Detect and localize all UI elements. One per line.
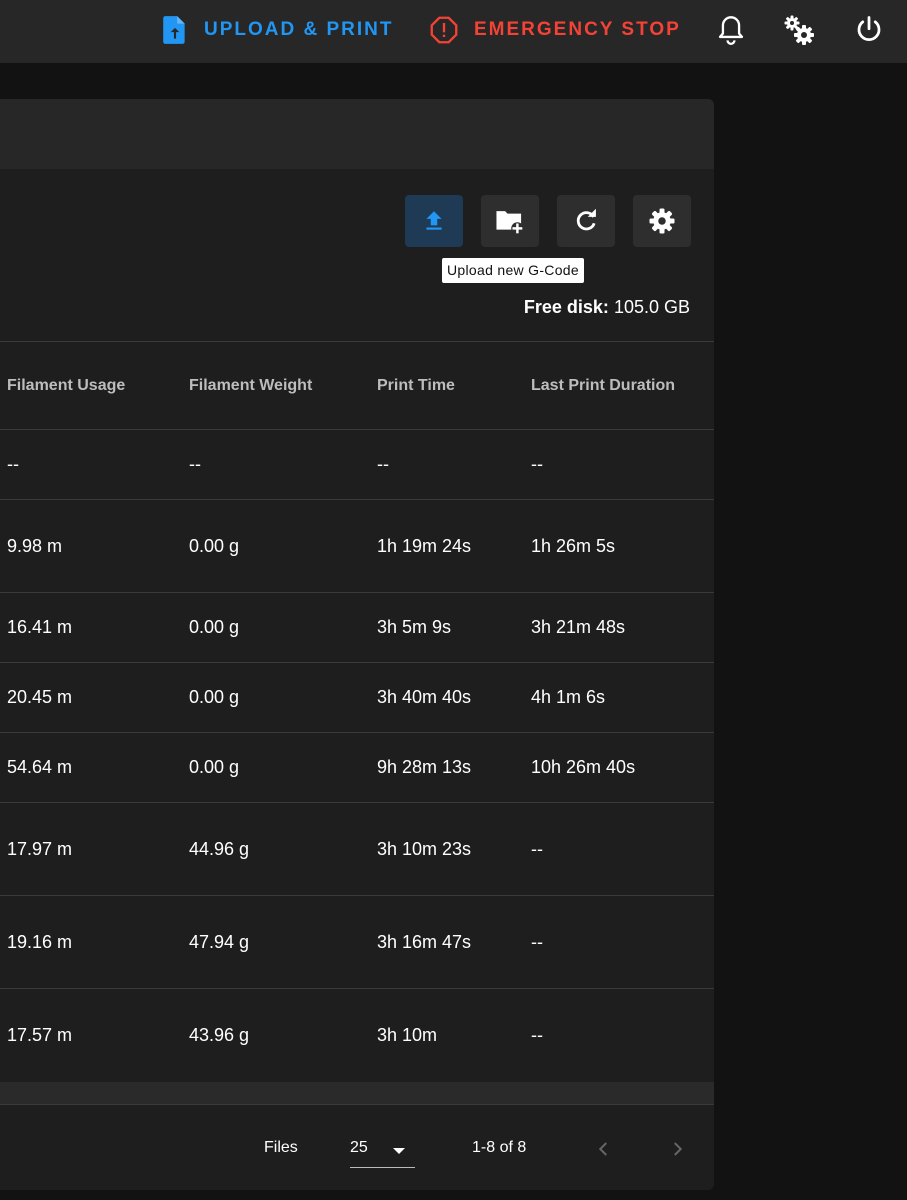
table-row[interactable]: 17.97 m 44.96 g 3h 10m 23s --	[0, 803, 714, 896]
cell-filament-usage: 54.64 m	[7, 757, 73, 777]
upload-print-button[interactable]: UPLOAD & PRINT	[162, 0, 394, 60]
table-row[interactable]: 19.16 m 47.94 g 3h 16m 47s --	[0, 896, 714, 989]
table-row[interactable]: -- -- -- --	[0, 430, 714, 500]
cell-print-time: 3h 16m 47s	[377, 932, 472, 952]
gcode-files-card: Upload new G-Code Free disk: 105.0 GB Fi…	[0, 99, 714, 1190]
cell-filament-usage: 17.57 m	[7, 1025, 73, 1045]
refresh-icon	[576, 208, 596, 231]
table-pagination: Files 25 1-8 of 8	[0, 1104, 714, 1190]
settings-menu-button[interactable]	[779, 10, 819, 50]
cell-last-print-duration: 10h 26m 40s	[531, 757, 636, 777]
free-disk-info: Free disk: 105.0 GB	[524, 297, 690, 318]
header-filament-usage[interactable]: Filament Usage	[7, 342, 125, 429]
caret-down-icon	[393, 1148, 405, 1154]
cell-filament-usage: 9.98 m	[7, 536, 63, 556]
cell-filament-weight: 0.00 g	[189, 687, 240, 707]
cell-print-time: 3h 5m 9s	[377, 617, 452, 637]
rows-per-page-value: 25	[350, 1139, 368, 1156]
prev-page-button[interactable]	[590, 1135, 618, 1163]
free-disk-value: 105.0 GB	[613, 297, 690, 317]
cell-filament-weight: 0.00 g	[189, 536, 240, 556]
cell-filament-weight: 44.96 g	[189, 839, 250, 859]
power-button[interactable]	[849, 10, 889, 50]
cell-filament-usage: 17.97 m	[7, 839, 73, 859]
upload-tooltip: Upload new G-Code	[442, 258, 584, 283]
cell-print-time: 9h 28m 13s	[377, 757, 472, 777]
cell-print-time: 3h 10m 23s	[377, 839, 472, 859]
emergency-stop-label: EMERGENCY STOP	[474, 19, 681, 40]
notifications-button[interactable]	[711, 10, 751, 50]
cell-last-print-duration: 3h 21m 48s	[531, 617, 626, 637]
refresh-button[interactable]	[557, 195, 615, 247]
cell-filament-weight: 0.00 g	[189, 617, 240, 637]
cell-filament-weight: --	[189, 454, 201, 474]
header-filament-weight[interactable]: Filament Weight	[189, 342, 312, 429]
table-row[interactable]: 17.57 m 43.96 g 3h 10m --	[0, 989, 714, 1081]
cell-last-print-duration: 1h 26m 5s	[531, 536, 616, 556]
cell-filament-weight: 43.96 g	[189, 1025, 250, 1045]
app-bar: UPLOAD & PRINT EMERGENCY STOP	[0, 0, 907, 63]
table-row[interactable]: 54.64 m 0.00 g 9h 28m 13s 10h 26m 40s	[0, 733, 714, 803]
next-page-button[interactable]	[663, 1135, 691, 1163]
chevron-left-icon	[598, 1142, 607, 1156]
bell-icon	[718, 16, 744, 45]
upload-print-label: UPLOAD & PRINT	[204, 19, 394, 40]
cell-filament-usage: 19.16 m	[7, 932, 73, 952]
free-disk-label: Free disk:	[523, 297, 609, 317]
gcode-table: Filament Usage Filament Weight Print Tim…	[0, 341, 714, 1081]
cell-last-print-duration: --	[531, 1025, 543, 1045]
gears-icon	[784, 15, 814, 45]
cell-filament-usage: 16.41 m	[7, 617, 73, 637]
table-spacer	[0, 1082, 714, 1104]
cell-last-print-duration: --	[531, 454, 543, 474]
folder-plus-icon	[496, 211, 524, 235]
cell-filament-weight: 0.00 g	[189, 757, 240, 777]
card-header	[0, 99, 714, 169]
cell-last-print-duration: 4h 1m 6s	[531, 687, 606, 707]
cell-last-print-duration: --	[531, 839, 543, 859]
file-settings-button[interactable]	[633, 195, 691, 247]
upload-gcode-button[interactable]	[405, 195, 463, 247]
header-print-time[interactable]: Print Time	[377, 342, 455, 429]
table-row[interactable]: 16.41 m 0.00 g 3h 5m 9s 3h 21m 48s	[0, 593, 714, 663]
table-row[interactable]: 9.98 m 0.00 g 1h 19m 24s 1h 26m 5s	[0, 500, 714, 593]
cell-print-time: 3h 40m 40s	[377, 687, 472, 707]
alert-octagon-icon	[430, 16, 458, 44]
table-row[interactable]: 20.45 m 0.00 g 3h 40m 40s 4h 1m 6s	[0, 663, 714, 733]
header-last-print-duration[interactable]: Last Print Duration	[531, 342, 675, 429]
cell-print-time: --	[377, 454, 389, 474]
pagination-range: 1-8 of 8	[472, 1139, 527, 1156]
cell-filament-weight: 47.94 g	[189, 932, 250, 952]
rows-per-page-select[interactable]: 25	[350, 1135, 415, 1168]
rows-per-page-label: Files	[264, 1139, 298, 1156]
cell-last-print-duration: --	[531, 932, 543, 952]
emergency-stop-button[interactable]: EMERGENCY STOP	[430, 0, 681, 60]
create-folder-button[interactable]	[481, 195, 539, 247]
cell-filament-usage: 20.45 m	[7, 687, 73, 707]
cell-print-time: 1h 19m 24s	[377, 536, 472, 556]
table-header: Filament Usage Filament Weight Print Tim…	[0, 341, 714, 430]
power-icon	[857, 16, 881, 41]
cell-filament-usage: --	[7, 454, 19, 474]
file-upload-icon	[163, 16, 185, 44]
gear-icon	[649, 208, 675, 234]
cell-print-time: 3h 10m	[377, 1025, 438, 1045]
upload-icon	[426, 211, 442, 230]
chevron-right-icon	[674, 1142, 683, 1156]
